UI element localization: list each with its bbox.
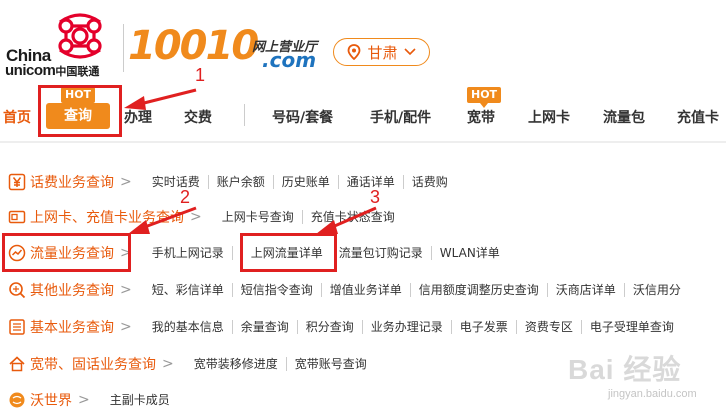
link-sms-command[interactable]: 短信指令查询 (231, 283, 321, 297)
link-remaining-query[interactable]: 余量查询 (231, 320, 297, 334)
category-label: 宽带、固话业务查询 (30, 357, 156, 373)
header: China unicom中国联通 10010 网上营业厅 .com 甘肃 (0, 0, 726, 84)
location-pin-icon (348, 44, 361, 60)
nav-number-plan[interactable]: 号码/套餐 (272, 107, 333, 127)
menu-row-billing: 话费业务查询 > 实时话费 账户余额 历史账单 通话详单 话费购 (0, 168, 726, 196)
link-realtime-fee[interactable]: 实时话费 (140, 175, 208, 189)
menu-row-basic: 基本业务查询 > 我的基本信息 余量查询 积分查询 业务办理记录 电子发票 资费… (0, 313, 726, 341)
nav-underline (0, 141, 726, 143)
chevron-right-icon: > (120, 319, 132, 335)
brand-unicom-text: unicom中国联通 (5, 62, 99, 79)
link-broadband-progress[interactable]: 宽带装移修进度 (182, 357, 286, 371)
link-fee-buy[interactable]: 话费购 (402, 175, 456, 189)
baidu-watermark-url: jingyan.baidu.com (608, 388, 697, 400)
link-wlan-detail[interactable]: WLAN详单 (430, 246, 508, 260)
link-account-balance[interactable]: 账户余额 (207, 175, 273, 189)
nav-broadband[interactable]: 宽带 (467, 107, 495, 127)
yen-icon (8, 173, 26, 191)
annotation-box-data-detail (240, 233, 337, 272)
annotation-number-1: 1 (195, 65, 206, 85)
chevron-right-icon: > (162, 356, 174, 372)
nav-recharge[interactable]: 充值卡 (677, 107, 719, 127)
chevron-right-icon: > (120, 282, 132, 298)
annotation-number-3: 3 (370, 187, 381, 207)
brand-unicom-cn: 中国联通 (55, 66, 100, 78)
nav-pay[interactable]: 交费 (184, 107, 212, 127)
category-broadband[interactable]: 宽带、固话业务查询 > (8, 354, 174, 374)
hall-number-logo[interactable]: 10010 (128, 26, 259, 66)
nav-netcard[interactable]: 上网卡 (528, 107, 570, 127)
category-woworld[interactable]: 沃世界 > (8, 390, 90, 410)
globe-icon (9, 392, 25, 408)
link-basic-info[interactable]: 我的基本信息 (140, 320, 232, 334)
chevron-right-icon: > (190, 209, 202, 225)
link-sms-detail[interactable]: 短、彩信详单 (140, 283, 232, 297)
menu-row-netcard: 上网卡、充值卡业务查询 > 上网卡号查询 充值卡状态查询 (0, 203, 726, 231)
link-broadband-account[interactable]: 宽带账号查询 (285, 357, 375, 371)
link-recharge-status[interactable]: 充值卡状态查询 (301, 210, 403, 224)
category-basic[interactable]: 基本业务查询 > (8, 317, 132, 337)
category-netcard[interactable]: 上网卡、充值卡业务查询 > (8, 207, 202, 227)
nav-home[interactable]: 首页 (3, 107, 31, 127)
category-other[interactable]: 其他业务查询 > (8, 280, 132, 300)
hot-badge-broadband: HOT (467, 87, 502, 108)
dotcom-text: .com (262, 48, 317, 72)
category-label: 上网卡、充值卡业务查询 (30, 210, 184, 226)
china-unicom-logo-icon (58, 13, 102, 59)
link-tariff-zone[interactable]: 资费专区 (515, 320, 581, 334)
annotation-number-2: 2 (180, 187, 191, 207)
link-value-added-detail[interactable]: 增值业务详单 (320, 283, 410, 297)
nav-divider (244, 104, 245, 126)
house-icon (9, 356, 25, 372)
link-wo-store-detail[interactable]: 沃商店详单 (546, 283, 624, 297)
annotation-box-data-category (2, 233, 131, 272)
link-e-acceptance[interactable]: 电子受理单查询 (580, 320, 682, 334)
link-business-record[interactable]: 业务办理记录 (361, 320, 451, 334)
link-data-pack-record[interactable]: 流量包订购记录 (331, 246, 431, 260)
link-primary-secondary-card[interactable]: 主副卡成员 (98, 393, 178, 407)
category-billing[interactable]: 话费业务查询 > (8, 172, 132, 192)
link-netcard-number[interactable]: 上网卡号查询 (210, 210, 302, 224)
brand-unicom-en: unicom (5, 62, 56, 79)
link-wo-credit[interactable]: 沃信用分 (623, 283, 689, 297)
region-label: 甘肃 (367, 43, 398, 62)
category-label: 话费业务查询 (30, 175, 114, 191)
region-selector-button[interactable]: 甘肃 (333, 38, 430, 66)
chevron-right-icon: > (120, 174, 132, 190)
menu-row-other: 其他业务查询 > 短、彩信详单 短信指令查询 增值业务详单 信用额度调整历史查询… (0, 276, 726, 304)
list-icon (9, 319, 25, 335)
search-icon (9, 282, 26, 299)
link-points-query[interactable]: 积分查询 (296, 320, 362, 334)
category-label: 其他业务查询 (30, 283, 114, 299)
baidu-watermark: Bai 经验 (568, 354, 682, 385)
header-divider (123, 24, 124, 72)
nav-handle[interactable]: 办理 (124, 107, 152, 127)
category-label: 沃世界 (30, 393, 72, 409)
link-mobile-net-record[interactable]: 手机上网记录 (140, 246, 232, 260)
category-label: 基本业务查询 (30, 320, 114, 336)
link-credit-history[interactable]: 信用额度调整历史查询 (409, 283, 547, 297)
nav-phone-parts[interactable]: 手机/配件 (370, 107, 431, 127)
chevron-down-icon (403, 48, 416, 56)
link-e-invoice[interactable]: 电子发票 (450, 320, 516, 334)
card-icon (8, 210, 26, 224)
chevron-right-icon: > (78, 392, 90, 408)
nav-data-pack[interactable]: 流量包 (603, 107, 645, 127)
link-history-bill[interactable]: 历史账单 (272, 175, 338, 189)
annotation-box-query (38, 85, 122, 137)
